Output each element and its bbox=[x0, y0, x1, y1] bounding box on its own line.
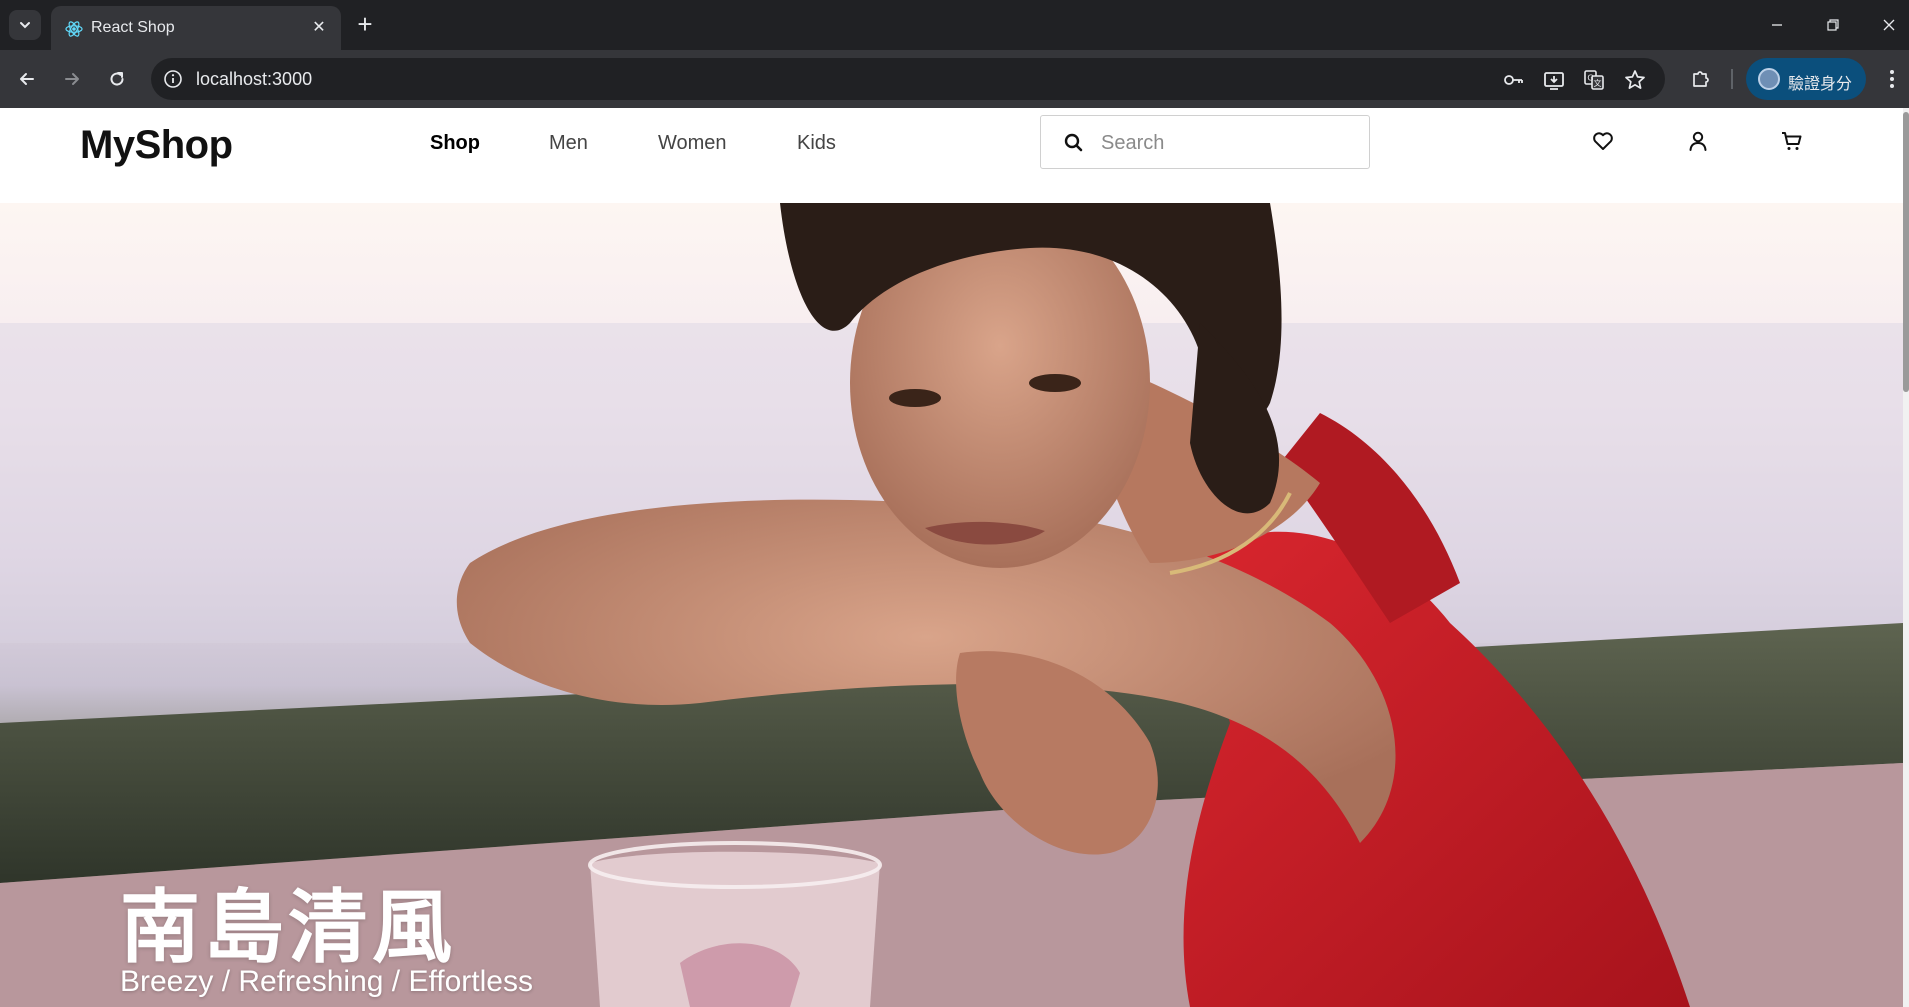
search-box[interactable] bbox=[1040, 115, 1370, 169]
restore-button[interactable] bbox=[1820, 12, 1846, 38]
nav-kids[interactable]: Kids bbox=[797, 132, 836, 155]
url-text[interactable]: localhost:3000 bbox=[196, 69, 312, 90]
address-bar[interactable]: localhost:3000 文G bbox=[151, 58, 1665, 100]
reload-button[interactable] bbox=[102, 64, 132, 94]
cart-button[interactable] bbox=[1777, 126, 1807, 156]
puzzle-icon bbox=[1693, 71, 1709, 87]
site-info-icon[interactable] bbox=[163, 69, 183, 89]
heart-icon bbox=[1593, 132, 1613, 150]
forward-button[interactable] bbox=[57, 64, 87, 94]
close-icon bbox=[1883, 19, 1895, 31]
tab-strip: React Shop ✕ + bbox=[0, 0, 1909, 50]
bookmark-star-icon[interactable] bbox=[1623, 68, 1647, 92]
translate-icon[interactable]: 文G bbox=[1582, 68, 1606, 92]
arrow-left-icon bbox=[20, 73, 34, 85]
nav-women[interactable]: Women bbox=[658, 132, 727, 155]
hero-banner[interactable]: 南島清風 Breezy / Refreshing / Effortless bbox=[0, 203, 1903, 1007]
hero-subtitle: Breezy / Refreshing / Effortless bbox=[120, 965, 533, 998]
reload-icon bbox=[110, 72, 124, 86]
minimize-icon bbox=[1772, 24, 1782, 26]
search-icon bbox=[1064, 133, 1083, 152]
user-icon bbox=[1689, 131, 1707, 151]
nav-men[interactable]: Men bbox=[549, 132, 588, 155]
restore-icon bbox=[1827, 19, 1839, 31]
site-header: MyShop Shop Men Women Kids bbox=[0, 108, 1903, 203]
site-logo[interactable]: MyShop bbox=[80, 123, 233, 168]
toolbar-divider bbox=[1731, 69, 1733, 89]
browser-tab[interactable]: React Shop ✕ bbox=[51, 6, 341, 50]
search-input[interactable] bbox=[1101, 130, 1351, 156]
profile-button[interactable]: 驗證身分 bbox=[1746, 58, 1866, 100]
tab-search-button[interactable] bbox=[9, 10, 41, 40]
minimize-button[interactable] bbox=[1764, 12, 1790, 38]
browser-menu-button[interactable] bbox=[1880, 65, 1904, 93]
svg-text:文: 文 bbox=[1594, 78, 1602, 88]
avatar bbox=[1758, 68, 1780, 90]
chevron-down-icon bbox=[20, 22, 30, 29]
install-app-icon[interactable] bbox=[1542, 68, 1566, 92]
scrollbar-thumb[interactable] bbox=[1903, 112, 1909, 392]
nav-shop[interactable]: Shop bbox=[430, 132, 480, 155]
tab-title: React Shop bbox=[91, 19, 175, 36]
more-vertical-icon bbox=[1890, 70, 1894, 88]
tab-close-icon[interactable]: ✕ bbox=[309, 18, 329, 38]
wishlist-button[interactable] bbox=[1588, 126, 1618, 156]
hero-title: 南島清風 bbox=[120, 881, 456, 974]
new-tab-button[interactable]: + bbox=[352, 11, 378, 38]
page-viewport: MyShop Shop Men Women Kids Search 南島清風 B… bbox=[0, 108, 1903, 1007]
cart-icon bbox=[1782, 132, 1802, 150]
account-button[interactable] bbox=[1683, 126, 1713, 156]
react-logo-icon bbox=[65, 21, 83, 37]
svg-text:G: G bbox=[1587, 74, 1593, 83]
browser-toolbar: localhost:3000 文G 驗證身分 bbox=[0, 50, 1909, 108]
profile-label: 驗證身分 bbox=[1788, 76, 1853, 93]
page-scrollbar[interactable] bbox=[1903, 108, 1909, 1007]
password-key-icon[interactable] bbox=[1501, 68, 1525, 92]
close-window-button[interactable] bbox=[1876, 12, 1902, 38]
back-button[interactable] bbox=[12, 64, 42, 94]
arrow-right-icon bbox=[65, 73, 79, 85]
extensions-button[interactable] bbox=[1687, 65, 1715, 93]
